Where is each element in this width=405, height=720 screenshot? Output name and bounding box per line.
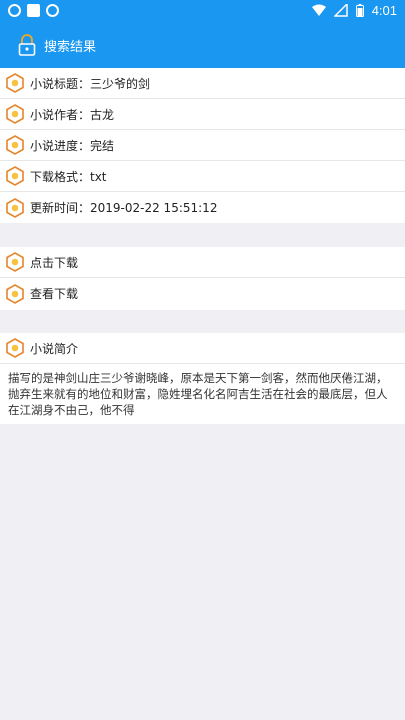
battery-icon xyxy=(355,4,364,17)
hexagon-icon xyxy=(6,166,24,186)
info-format-text: 下载格式：txt xyxy=(30,169,107,184)
download-label: 点击下载 xyxy=(30,255,79,270)
app-notification-icon xyxy=(27,4,40,17)
intro-heading: 小说简介 xyxy=(30,341,79,356)
info-progress-text: 小说进度：完结 xyxy=(30,138,115,153)
lock-icon[interactable] xyxy=(18,33,36,57)
page-title: 搜索结果 xyxy=(44,39,97,55)
info-row-updated: 更新时间：2019-02-22 15:51:12 xyxy=(0,192,405,223)
view-downloads-button[interactable]: 查看下载 xyxy=(0,278,405,309)
view-downloads-label: 查看下载 xyxy=(30,287,79,301)
sync-icon xyxy=(46,4,59,17)
empty-area xyxy=(0,424,405,720)
info-updated-text: 更新时间：2019-02-22 15:51:12 xyxy=(30,201,218,215)
download-button[interactable]: 点击下载 xyxy=(0,247,405,278)
clock: 4:01 xyxy=(371,3,397,18)
info-author-text: 小说作者：古龙 xyxy=(30,107,115,122)
info-row-format: 下载格式：txt xyxy=(0,161,405,192)
info-row-progress: 小说进度：完结 xyxy=(0,130,405,161)
info-row-title: 小说标题：三少爷的剑 xyxy=(0,68,405,99)
info-title-text: 小说标题：三少爷的剑 xyxy=(30,76,151,91)
hexagon-icon xyxy=(6,135,24,155)
intro-heading-row: 小说简介 xyxy=(0,333,405,364)
hexagon-icon xyxy=(6,283,24,304)
signal-icon xyxy=(333,4,348,17)
wifi-icon xyxy=(311,4,326,16)
download-actions-section: 点击下载 查看下载 xyxy=(0,247,405,310)
hexagon-icon xyxy=(6,338,24,358)
intro-text: 描写的是神剑山庄三少爷谢晓峰，原本是天下第一剑客，然而他厌倦江湖，抛弃生来就有的… xyxy=(8,371,388,417)
hexagon-icon xyxy=(6,73,24,93)
status-bar: 4:01 xyxy=(0,0,405,22)
novel-info-section: 小说标题：三少爷的剑 小说作者：古龙 小说进度：完结 下载格式：txt 更新时间… xyxy=(0,68,405,223)
app-bar: 搜索结果 xyxy=(0,22,405,68)
info-row-author: 小说作者：古龙 xyxy=(0,99,405,130)
notification-icon xyxy=(8,4,21,17)
novel-intro-section: 小说简介 描写的是神剑山庄三少爷谢晓峰，原本是天下第一剑客，然而他厌倦江湖，抛弃… xyxy=(0,333,405,424)
hexagon-icon xyxy=(6,197,24,218)
hexagon-icon xyxy=(6,252,24,272)
hexagon-icon xyxy=(6,104,24,124)
